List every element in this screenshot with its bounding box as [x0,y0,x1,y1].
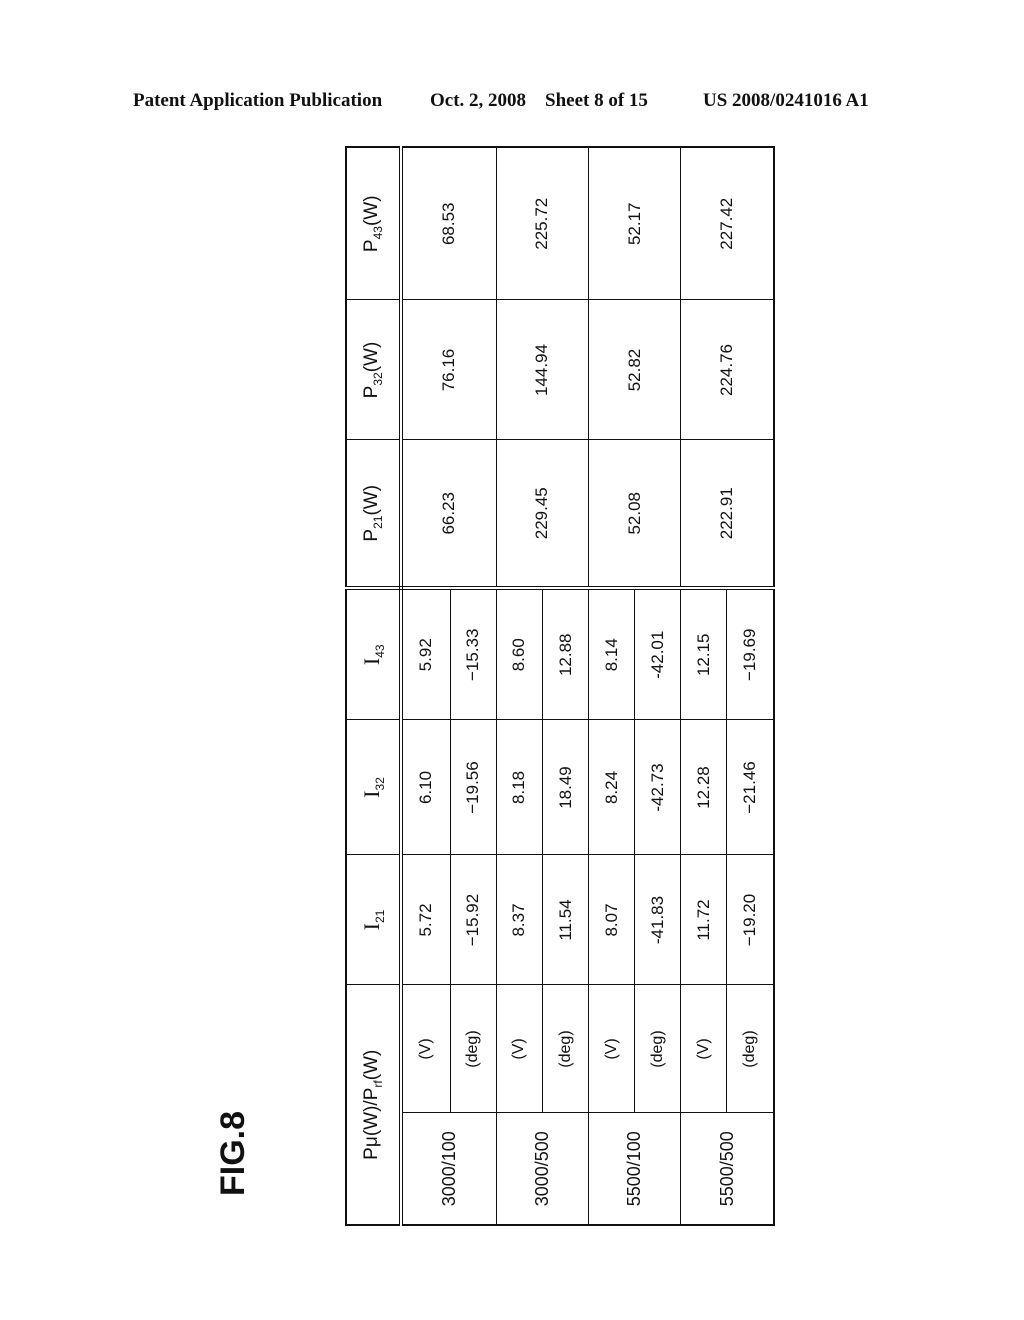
power-cell: 52.82 [588,300,681,440]
power-cell: 52.17 [588,147,681,300]
header-condition: Pμ(W)/Prf(W) [346,985,401,1225]
header-i43: I43 [346,588,401,720]
power-cell: 68.53 [401,147,497,300]
value-cell: −19.20 [726,855,774,985]
value-cell: 5.92 [401,588,451,720]
table-row: 3000/100 (V) 5.72 6.10 5.92 66.23 76.16 … [401,147,497,1225]
table-row: 5500/100 (V) 8.07 8.24 8.14 52.08 52.82 … [588,147,681,1225]
value-cell: −15.92 [450,855,497,985]
power-cell: 227.42 [680,147,774,300]
header-i32: I32 [346,720,401,855]
power-cell: 144.94 [496,300,589,440]
unit-cell: (deg) [542,985,589,1113]
unit-cell: (deg) [634,985,681,1113]
power-cell: 76.16 [401,300,497,440]
measurement-table: Pμ(W)/Prf(W) I21 I32 I43 P21(W) P32(W) P… [345,146,775,1226]
value-cell: −21.46 [726,720,774,855]
power-cell: 66.23 [401,440,497,588]
value-cell: 8.60 [496,588,543,720]
value-cell: 5.72 [401,855,451,985]
power-cell: 224.76 [680,300,774,440]
unit-cell: (V) [401,985,451,1113]
page-header: Patent Application Publication Oct. 2, 2… [0,88,1024,118]
condition-cell: 5500/100 [588,1113,681,1225]
value-cell: 12.88 [542,588,589,720]
unit-cell: (V) [496,985,543,1113]
table-row: 3000/500 (V) 8.37 8.18 8.60 229.45 144.9… [496,147,589,1225]
condition-cell: 3000/500 [496,1113,589,1225]
sheet-number: Sheet 8 of 15 [545,90,648,111]
power-cell: 222.91 [680,440,774,588]
value-cell: 12.15 [680,588,727,720]
value-cell: -42.01 [634,588,681,720]
power-cell: 52.08 [588,440,681,588]
unit-cell: (deg) [726,985,774,1113]
value-cell: 8.18 [496,720,543,855]
figure-label: FIG.8 [214,1110,252,1196]
power-cell: 225.72 [496,147,589,300]
condition-cell: 5500/500 [680,1113,774,1225]
power-cell: 229.45 [496,440,589,588]
patent-number: US 2008/0241016 A1 [703,90,869,111]
unit-cell: (V) [680,985,727,1113]
value-cell: −19.69 [726,588,774,720]
condition-cell: 3000/100 [401,1113,497,1225]
header-p21: P21(W) [346,440,401,588]
header-p43: P43(W) [346,147,401,300]
unit-cell: (deg) [450,985,497,1113]
value-cell: 18.49 [542,720,589,855]
unit-cell: (V) [588,985,635,1113]
value-cell: 8.24 [588,720,635,855]
value-cell: 11.72 [680,855,727,985]
publication-type: Patent Application Publication [133,90,383,111]
table-row: 5500/500 (V) 11.72 12.28 12.15 222.91 22… [680,147,774,1225]
value-cell: 8.14 [588,588,635,720]
publication-date: Oct. 2, 2008 [430,90,527,111]
value-cell: −19.56 [450,720,497,855]
value-cell: -42.73 [634,720,681,855]
rotated-table-wrapper: Pμ(W)/Prf(W) I21 I32 I43 P21(W) P32(W) P… [345,146,775,1226]
header-i21: I21 [346,855,401,985]
value-cell: 6.10 [401,720,451,855]
header-p32: P32(W) [346,300,401,440]
value-cell: 12.28 [680,720,727,855]
value-cell: -41.83 [634,855,681,985]
value-cell: −15.33 [450,588,497,720]
value-cell: 8.07 [588,855,635,985]
table-header-row: Pμ(W)/Prf(W) I21 I32 I43 P21(W) P32(W) P… [346,147,401,1225]
value-cell: 8.37 [496,855,543,985]
value-cell: 11.54 [542,855,589,985]
